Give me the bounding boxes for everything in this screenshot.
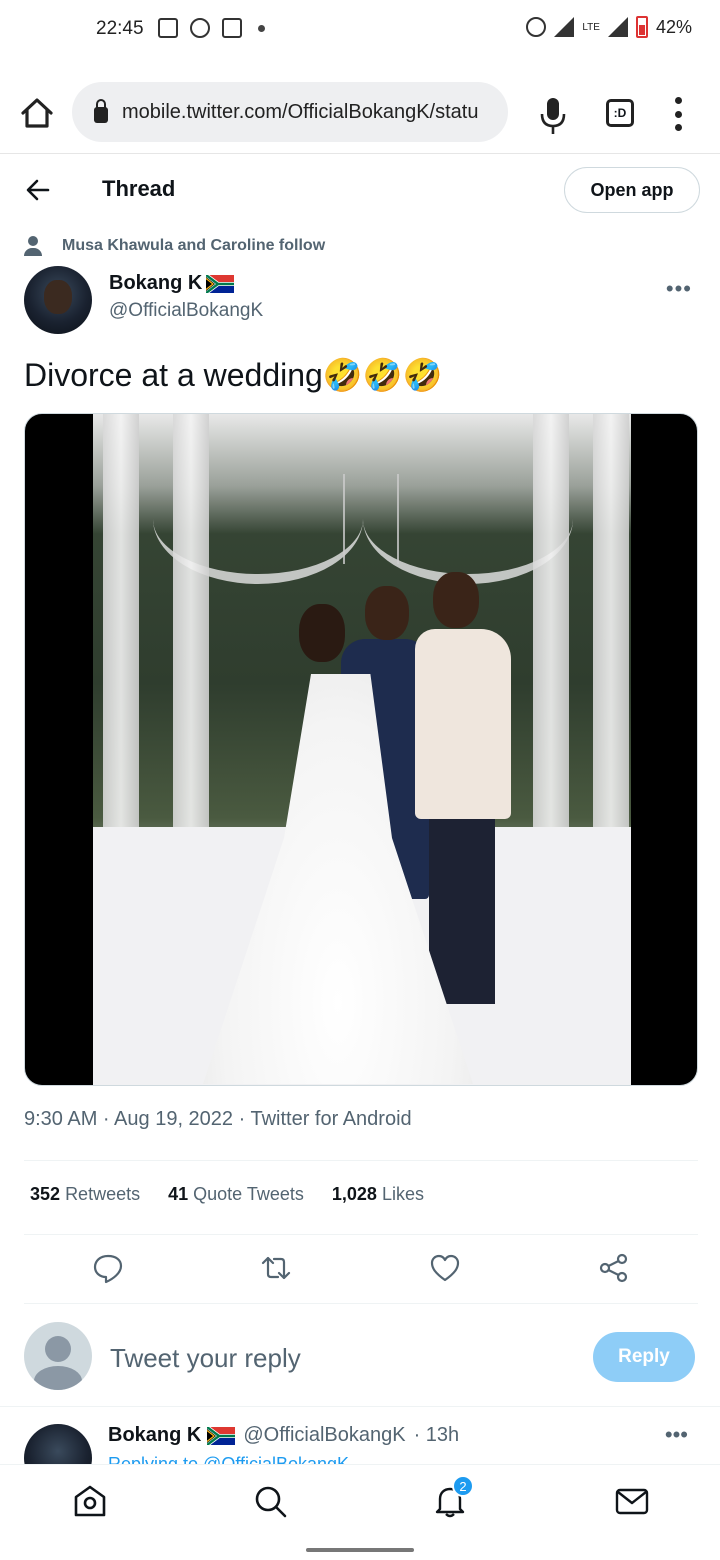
alert-icon: [222, 18, 242, 38]
next-tweet-author-name[interactable]: Bokang K: [108, 1424, 201, 1447]
author-avatar[interactable]: [24, 266, 92, 334]
retweets-label: Retweets: [65, 1184, 141, 1204]
more-notifications-icon: [258, 24, 265, 32]
battery-icon: [635, 16, 648, 38]
social-context[interactable]: Musa Khawula and Caroline follow: [24, 236, 325, 256]
author-name-row[interactable]: Bokang K: [109, 272, 235, 295]
user-avatar: [24, 1322, 92, 1390]
like-icon[interactable]: [429, 1252, 461, 1284]
page-title: Thread: [102, 176, 176, 201]
browser-toolbar: mobile.twitter.com/OfficialBokangK/statu…: [0, 72, 720, 152]
video-frame: [93, 414, 631, 1085]
next-tweet-header: Bokang K @OfficialBokangK · 13h: [108, 1424, 459, 1447]
likes-label: Likes: [381, 1184, 424, 1204]
browser-menu-icon[interactable]: [672, 97, 684, 131]
signal-icon: [554, 17, 575, 37]
chandelier: [343, 474, 399, 564]
author-handle[interactable]: @OfficialBokangK: [109, 300, 263, 322]
retweets-count: 352: [30, 1184, 61, 1204]
divider: [24, 1303, 698, 1304]
retweet-icon[interactable]: [260, 1252, 292, 1284]
tab-switcher-button[interactable]: :D: [606, 99, 634, 127]
url-bar[interactable]: mobile.twitter.com/OfficialBokangK/statu: [72, 82, 508, 142]
reply-icon[interactable]: [92, 1252, 124, 1284]
tweet-video[interactable]: [24, 413, 698, 1086]
lock-icon: [94, 99, 108, 123]
tweet-timestamp[interactable]: 9:30 AM · Aug 19, 2022 · Twitter for And…: [24, 1108, 412, 1131]
officiant-head: [365, 586, 409, 640]
battery-level: 42%: [655, 16, 692, 37]
next-tweet-time: · 13h: [413, 1424, 460, 1446]
microphone-icon[interactable]: [540, 96, 566, 136]
search-nav-icon[interactable]: [252, 1483, 288, 1519]
network-type: LTE: [582, 21, 600, 33]
gesture-bar[interactable]: [306, 1548, 414, 1552]
status-notification-icons: [158, 18, 265, 38]
status-time: 22:45: [96, 18, 144, 39]
thread-header: Thread Open app: [0, 154, 720, 224]
likes-stat[interactable]: 1,028 Likes: [332, 1184, 424, 1205]
chat-icon: [190, 18, 210, 38]
divider: [24, 1234, 698, 1235]
home-icon[interactable]: [18, 94, 56, 132]
messages-nav-icon[interactable]: [614, 1483, 650, 1519]
share-icon[interactable]: [598, 1252, 630, 1284]
tweet-author: Bokang K @OfficialBokangK •••: [24, 264, 704, 334]
alarm-icon: [526, 17, 547, 37]
author-name: Bokang K: [109, 272, 203, 294]
bride-head: [299, 604, 345, 662]
next-tweet-replying-to[interactable]: Replying to @OfficialBokangK: [108, 1454, 349, 1464]
retweets-stat[interactable]: 352 Retweets: [30, 1184, 140, 1205]
status-bar: 22:45 LTE 42%: [0, 0, 720, 60]
bottom-navigation: 2: [0, 1464, 720, 1536]
likes-count: 1,028: [331, 1184, 377, 1204]
home-nav-icon[interactable]: [72, 1483, 108, 1519]
news-icon: [158, 18, 178, 38]
back-arrow-icon[interactable]: [24, 176, 52, 204]
next-tweet-more-icon[interactable]: •••: [665, 1422, 688, 1448]
quote-tweets-stat[interactable]: 41 Quote Tweets: [168, 1184, 304, 1205]
person-icon: [24, 236, 42, 256]
groom-head: [433, 572, 479, 628]
url-text: mobile.twitter.com/OfficialBokangK/statu: [122, 100, 479, 123]
tweet-stats: 352 Retweets 41 Quote Tweets 1,028 Likes: [30, 1184, 424, 1205]
quote-tweets-label: Quote Tweets: [193, 1184, 304, 1204]
next-tweet-author-handle[interactable]: @OfficialBokangK: [243, 1424, 405, 1447]
divider: [24, 1160, 698, 1161]
reply-composer: Reply: [0, 1318, 720, 1398]
next-tweet[interactable]: Bokang K @OfficialBokangK · 13h Replying…: [0, 1408, 720, 1464]
next-tweet-avatar[interactable]: [24, 1424, 92, 1464]
tweet-text: Divorce at a wedding🤣🤣🤣: [24, 357, 443, 393]
reply-button[interactable]: Reply: [593, 1332, 695, 1382]
quote-tweets-count: 41: [168, 1184, 189, 1204]
groom-jacket: [415, 629, 511, 819]
notification-badge: 2: [452, 1475, 474, 1497]
divider: [0, 1406, 720, 1407]
south-africa-flag-icon: [206, 274, 235, 293]
groom-trousers: [429, 814, 495, 1004]
south-africa-flag-icon: [207, 1426, 236, 1445]
status-right: LTE 42%: [526, 16, 692, 38]
social-context-text: Musa Khawula and Caroline follow: [62, 237, 326, 254]
signal-icon-2: [607, 17, 628, 37]
more-options-icon[interactable]: •••: [666, 276, 692, 302]
reply-input[interactable]: [110, 1338, 570, 1378]
tweet-actions: [0, 1252, 720, 1288]
open-app-button[interactable]: Open app: [564, 167, 700, 213]
